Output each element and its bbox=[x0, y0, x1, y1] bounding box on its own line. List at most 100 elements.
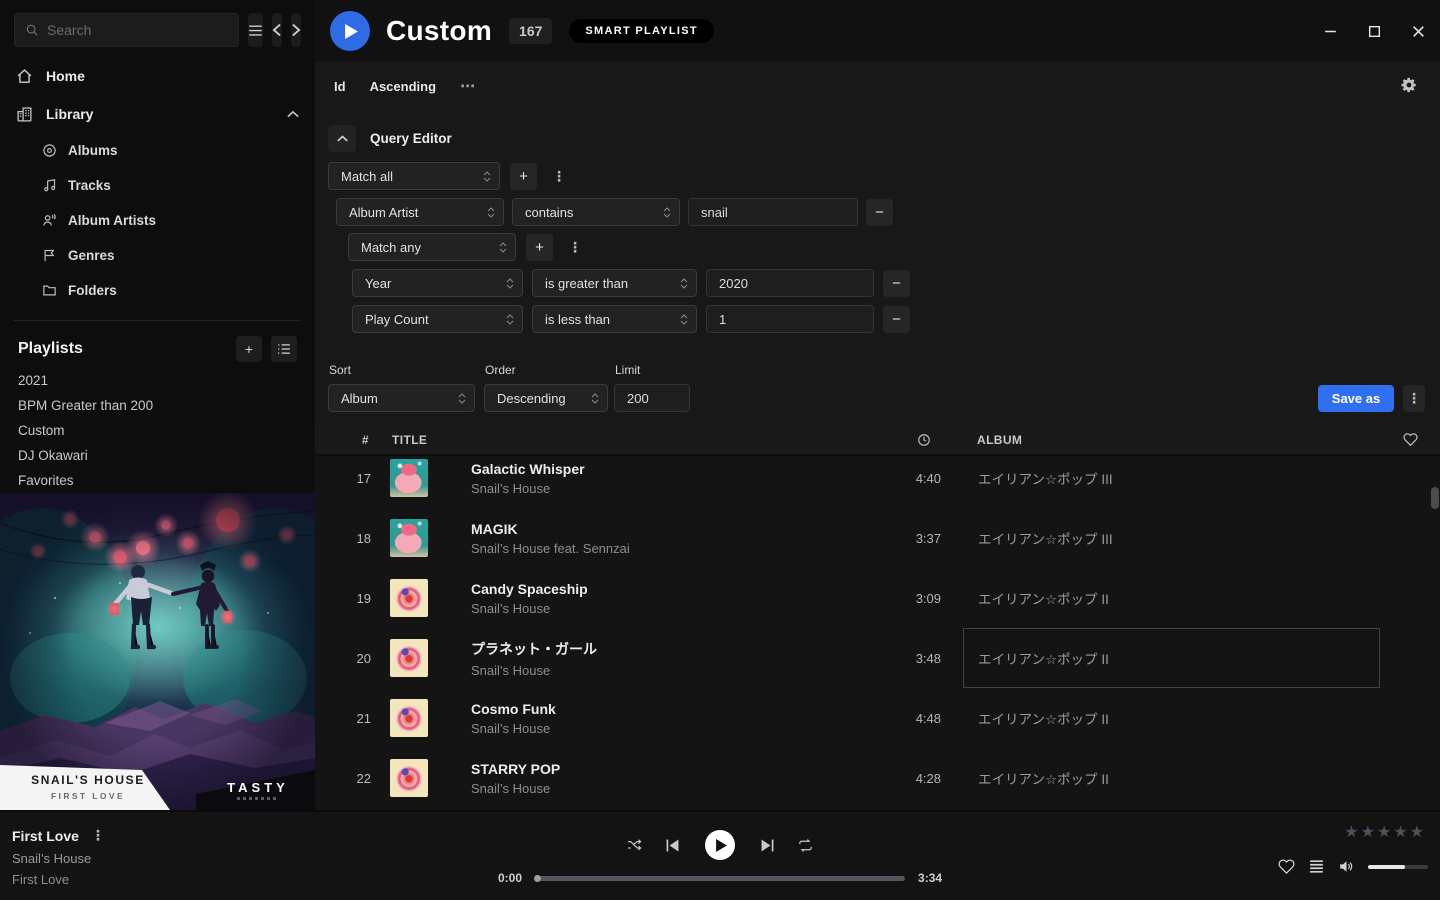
settings-gear-button[interactable] bbox=[1400, 76, 1418, 94]
track-number: 22 bbox=[357, 771, 385, 786]
sort-field-button[interactable]: Id bbox=[334, 79, 346, 94]
group-rule-field-select[interactable]: Play Count bbox=[352, 305, 523, 333]
seek-knob[interactable] bbox=[534, 875, 541, 882]
column-header-album[interactable]: ALBUM bbox=[963, 433, 1380, 447]
column-header-index[interactable]: # bbox=[362, 433, 385, 447]
sidebar-item-library[interactable]: Library bbox=[0, 95, 315, 133]
track-album-cell[interactable]: エイリアン☆ポップ III bbox=[963, 508, 1380, 568]
next-button[interactable] bbox=[759, 837, 776, 854]
star-icon[interactable]: ★ bbox=[1377, 824, 1393, 841]
star-icon[interactable]: ★ bbox=[1361, 824, 1377, 841]
group-rule-operator-select[interactable]: is less than bbox=[532, 305, 697, 333]
remove-group-rule-button[interactable]: − bbox=[883, 306, 910, 333]
search-box[interactable] bbox=[14, 13, 239, 47]
repeat-button[interactable] bbox=[797, 837, 814, 854]
rating-stars[interactable]: ★★★★★ bbox=[1344, 822, 1426, 842]
sidebar-item-home[interactable]: Home bbox=[0, 57, 315, 95]
select-chevrons-icon bbox=[591, 393, 599, 404]
collapse-query-button[interactable] bbox=[328, 125, 356, 152]
volume-slider[interactable] bbox=[1368, 865, 1428, 869]
track-number: 18 bbox=[357, 531, 385, 546]
track-duration: 4:28 bbox=[900, 771, 948, 786]
nav-forward-button[interactable] bbox=[291, 13, 301, 47]
sidebar-item-album-artists[interactable]: Album Artists bbox=[0, 203, 315, 238]
nav-back-button[interactable] bbox=[272, 13, 282, 47]
group-rule-field-select[interactable]: Year bbox=[352, 269, 523, 297]
track-album-cell[interactable]: エイリアン☆ポップ II bbox=[963, 628, 1380, 688]
match-type-select[interactable]: Match all bbox=[328, 162, 500, 190]
previous-button[interactable] bbox=[664, 837, 681, 854]
menu-button[interactable] bbox=[248, 13, 263, 47]
select-chevrons-icon bbox=[506, 278, 514, 289]
sidebar-item-genres[interactable]: Genres bbox=[0, 238, 315, 273]
rule-value-input[interactable] bbox=[688, 198, 858, 226]
more-options-button[interactable]: ⋯ bbox=[460, 77, 476, 95]
rule-operator-select[interactable]: contains bbox=[512, 198, 680, 226]
favorite-heart-button[interactable] bbox=[1278, 858, 1295, 875]
table-row[interactable]: 22 STARRY POP Snail’s House 4:28 エイリアン☆ポ… bbox=[315, 748, 1440, 808]
track-artist: Snail’s House bbox=[471, 601, 900, 616]
select-chevrons-icon bbox=[458, 393, 466, 404]
add-rule-button[interactable]: + bbox=[510, 163, 537, 190]
track-album-cell[interactable]: エイリアン☆ポップ III bbox=[963, 448, 1380, 508]
order-select[interactable]: Descending bbox=[484, 384, 608, 412]
add-group-rule-button[interactable]: + bbox=[526, 234, 553, 261]
sidebar-item-tracks[interactable]: Tracks bbox=[0, 168, 315, 203]
playlist-item[interactable]: 2021 bbox=[14, 368, 301, 393]
playlist-item[interactable]: BPM Greater than 200 bbox=[14, 393, 301, 418]
playlist-item[interactable]: DJ Okawari bbox=[14, 443, 301, 468]
favorite-column-icon[interactable] bbox=[1403, 432, 1418, 447]
track-album-cell[interactable]: エイリアン☆ポップ II bbox=[963, 568, 1380, 628]
group-menu-button[interactable]: ⋮ bbox=[563, 239, 587, 256]
group-rule-value-input[interactable] bbox=[706, 269, 874, 297]
save-menu-button[interactable]: ⋮ bbox=[1403, 385, 1425, 412]
search-input[interactable] bbox=[47, 22, 228, 38]
play-pause-button[interactable] bbox=[705, 830, 735, 860]
star-icon[interactable]: ★ bbox=[1410, 824, 1426, 841]
elapsed-time: 0:00 bbox=[498, 871, 522, 885]
group-rule-operator-select[interactable]: is greater than bbox=[532, 269, 697, 297]
now-playing-album[interactable]: First Love bbox=[12, 872, 105, 887]
table-row[interactable]: 18 MAGIK Snail’s House feat. Sennzai 3:3… bbox=[315, 508, 1440, 568]
sort-direction-button[interactable]: Ascending bbox=[370, 79, 436, 94]
remove-group-rule-button[interactable]: − bbox=[883, 270, 910, 297]
shuffle-button[interactable] bbox=[626, 837, 643, 854]
rule-group-menu-button[interactable]: ⋮ bbox=[547, 168, 571, 185]
table-row[interactable]: 20 プラネット・ガール Snail’s House 3:48 エイリアン☆ポッ… bbox=[315, 628, 1440, 688]
track-album-cell[interactable]: エイリアン☆ポップ II bbox=[963, 688, 1380, 748]
star-icon[interactable]: ★ bbox=[1393, 824, 1409, 841]
close-button[interactable] bbox=[1411, 24, 1426, 39]
search-icon bbox=[25, 23, 39, 37]
maximize-button[interactable] bbox=[1367, 24, 1382, 39]
sidebar-item-albums[interactable]: Albums bbox=[0, 133, 315, 168]
save-as-button[interactable]: Save as bbox=[1318, 385, 1394, 412]
remove-rule-button[interactable]: − bbox=[866, 199, 893, 226]
volume-button[interactable] bbox=[1338, 858, 1355, 875]
select-value: is less than bbox=[545, 312, 610, 327]
group-match-type-select[interactable]: Match any bbox=[348, 233, 516, 261]
duration-clock-icon[interactable] bbox=[917, 433, 931, 447]
sidebar-item-folders[interactable]: Folders bbox=[0, 273, 315, 308]
scrollbar-thumb[interactable] bbox=[1431, 487, 1439, 509]
playlist-item[interactable]: Custom bbox=[14, 418, 301, 443]
minimize-button[interactable] bbox=[1323, 24, 1338, 39]
limit-input[interactable] bbox=[614, 384, 690, 412]
player-bar: First Love ⋮ Snail’s House First Love bbox=[0, 810, 1440, 900]
queue-button[interactable] bbox=[1308, 858, 1325, 875]
sort-select[interactable]: Album bbox=[328, 384, 475, 412]
star-icon[interactable]: ★ bbox=[1344, 824, 1360, 841]
playlist-list-button[interactable] bbox=[271, 336, 297, 362]
table-row[interactable]: 19 Candy Spaceship Snail’s House 3:09 エイ… bbox=[315, 568, 1440, 628]
table-row[interactable]: 21 Cosmo Funk Snail’s House 4:48 エイリアン☆ポ… bbox=[315, 688, 1440, 748]
track-title: MAGIK bbox=[471, 521, 900, 537]
track-album-cell[interactable]: エイリアン☆ポップ II bbox=[963, 748, 1380, 808]
group-rule-value-input[interactable] bbox=[706, 305, 874, 333]
rule-field-select[interactable]: Album Artist bbox=[336, 198, 504, 226]
add-playlist-button[interactable]: + bbox=[236, 336, 262, 362]
table-row[interactable]: 17 Galactic Whisper Snail’s House 4:40 エ… bbox=[315, 448, 1440, 508]
seek-slider[interactable] bbox=[535, 876, 905, 881]
column-header-title[interactable]: TITLE bbox=[385, 433, 900, 447]
play-playlist-button[interactable] bbox=[330, 11, 370, 51]
playlist-item[interactable]: Favorites bbox=[14, 468, 301, 493]
limit-label: Limit bbox=[615, 363, 690, 377]
